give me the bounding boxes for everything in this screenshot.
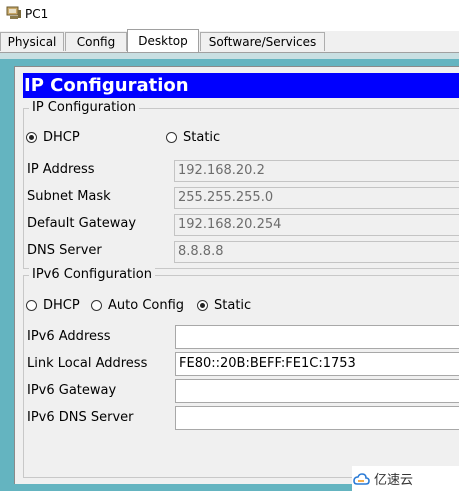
ip-configuration-panel: IP Configuration IP Configuration DHCP S… xyxy=(14,66,459,484)
desktop-area: IP Configuration IP Configuration DHCP S… xyxy=(0,53,459,491)
window-title: PC1 xyxy=(25,7,49,21)
ipv6-dns-server-input[interactable] xyxy=(175,406,459,430)
ipv6-gateway-input[interactable] xyxy=(175,379,459,403)
ipv6-dhcp-radio[interactable]: DHCP xyxy=(26,296,80,314)
default-gateway-label: Default Gateway xyxy=(27,216,137,231)
watermark: 亿速云 xyxy=(352,466,459,491)
ipv6-auto-config-radio[interactable]: Auto Config xyxy=(91,296,184,314)
ipv6-legend: IPv6 Configuration xyxy=(29,267,155,282)
ipv6-static-label: Static xyxy=(214,297,252,313)
ipv4-group: IP Configuration DHCP Static IP Address … xyxy=(23,100,459,269)
ipv4-static-radio[interactable]: Static xyxy=(166,128,220,146)
ipv4-legend: IP Configuration xyxy=(29,100,139,115)
ipv6-dns-server-label: IPv6 DNS Server xyxy=(27,410,134,425)
tab-bar: Physical Config Desktop Software/Service… xyxy=(0,29,459,53)
subnet-mask-label: Subnet Mask xyxy=(27,189,111,204)
ipv6-gateway-label: IPv6 Gateway xyxy=(27,383,117,398)
ip-address-label: IP Address xyxy=(27,162,95,177)
window-titlebar: PC1 xyxy=(0,0,459,30)
link-local-address-label: Link Local Address xyxy=(27,356,148,371)
radio-checked-icon xyxy=(26,131,37,143)
ipv6-auto-config-label: Auto Config xyxy=(108,297,185,313)
ipv6-dhcp-label: DHCP xyxy=(43,297,80,313)
ipv4-dhcp-label: DHCP xyxy=(43,129,80,145)
tab-software-services[interactable]: Software/Services xyxy=(200,32,325,51)
panel-title: IP Configuration xyxy=(23,73,459,98)
dns-server-input[interactable]: 8.8.8.8 xyxy=(174,241,459,263)
radio-unchecked-icon xyxy=(26,299,37,311)
ipv6-address-input[interactable] xyxy=(175,325,459,349)
cloud-logo-icon xyxy=(353,472,370,485)
watermark-text: 亿速云 xyxy=(374,473,414,488)
default-gateway-input[interactable]: 192.168.20.254 xyxy=(174,214,459,236)
ipv6-address-label: IPv6 Address xyxy=(27,329,111,344)
subnet-mask-input[interactable]: 255.255.255.0 xyxy=(174,187,459,209)
radio-unchecked-icon xyxy=(166,131,177,143)
ip-address-input[interactable]: 192.168.20.2 xyxy=(174,160,459,182)
radio-unchecked-icon xyxy=(91,299,102,311)
tab-physical[interactable]: Physical xyxy=(0,32,64,51)
pc-icon xyxy=(6,6,21,19)
ipv4-static-label: Static xyxy=(183,129,221,145)
ipv6-group: IPv6 Configuration DHCP Auto Config Stat… xyxy=(23,267,459,478)
tab-config[interactable]: Config xyxy=(65,32,127,51)
radio-checked-icon xyxy=(197,299,208,311)
dns-server-label: DNS Server xyxy=(27,243,102,258)
ipv4-dhcp-radio[interactable]: DHCP xyxy=(26,128,80,146)
ipv6-static-radio[interactable]: Static xyxy=(197,296,251,314)
link-local-address-input[interactable]: FE80::20B:BEFF:FE1C:1753 xyxy=(175,352,459,376)
tab-desktop[interactable]: Desktop xyxy=(127,29,199,52)
